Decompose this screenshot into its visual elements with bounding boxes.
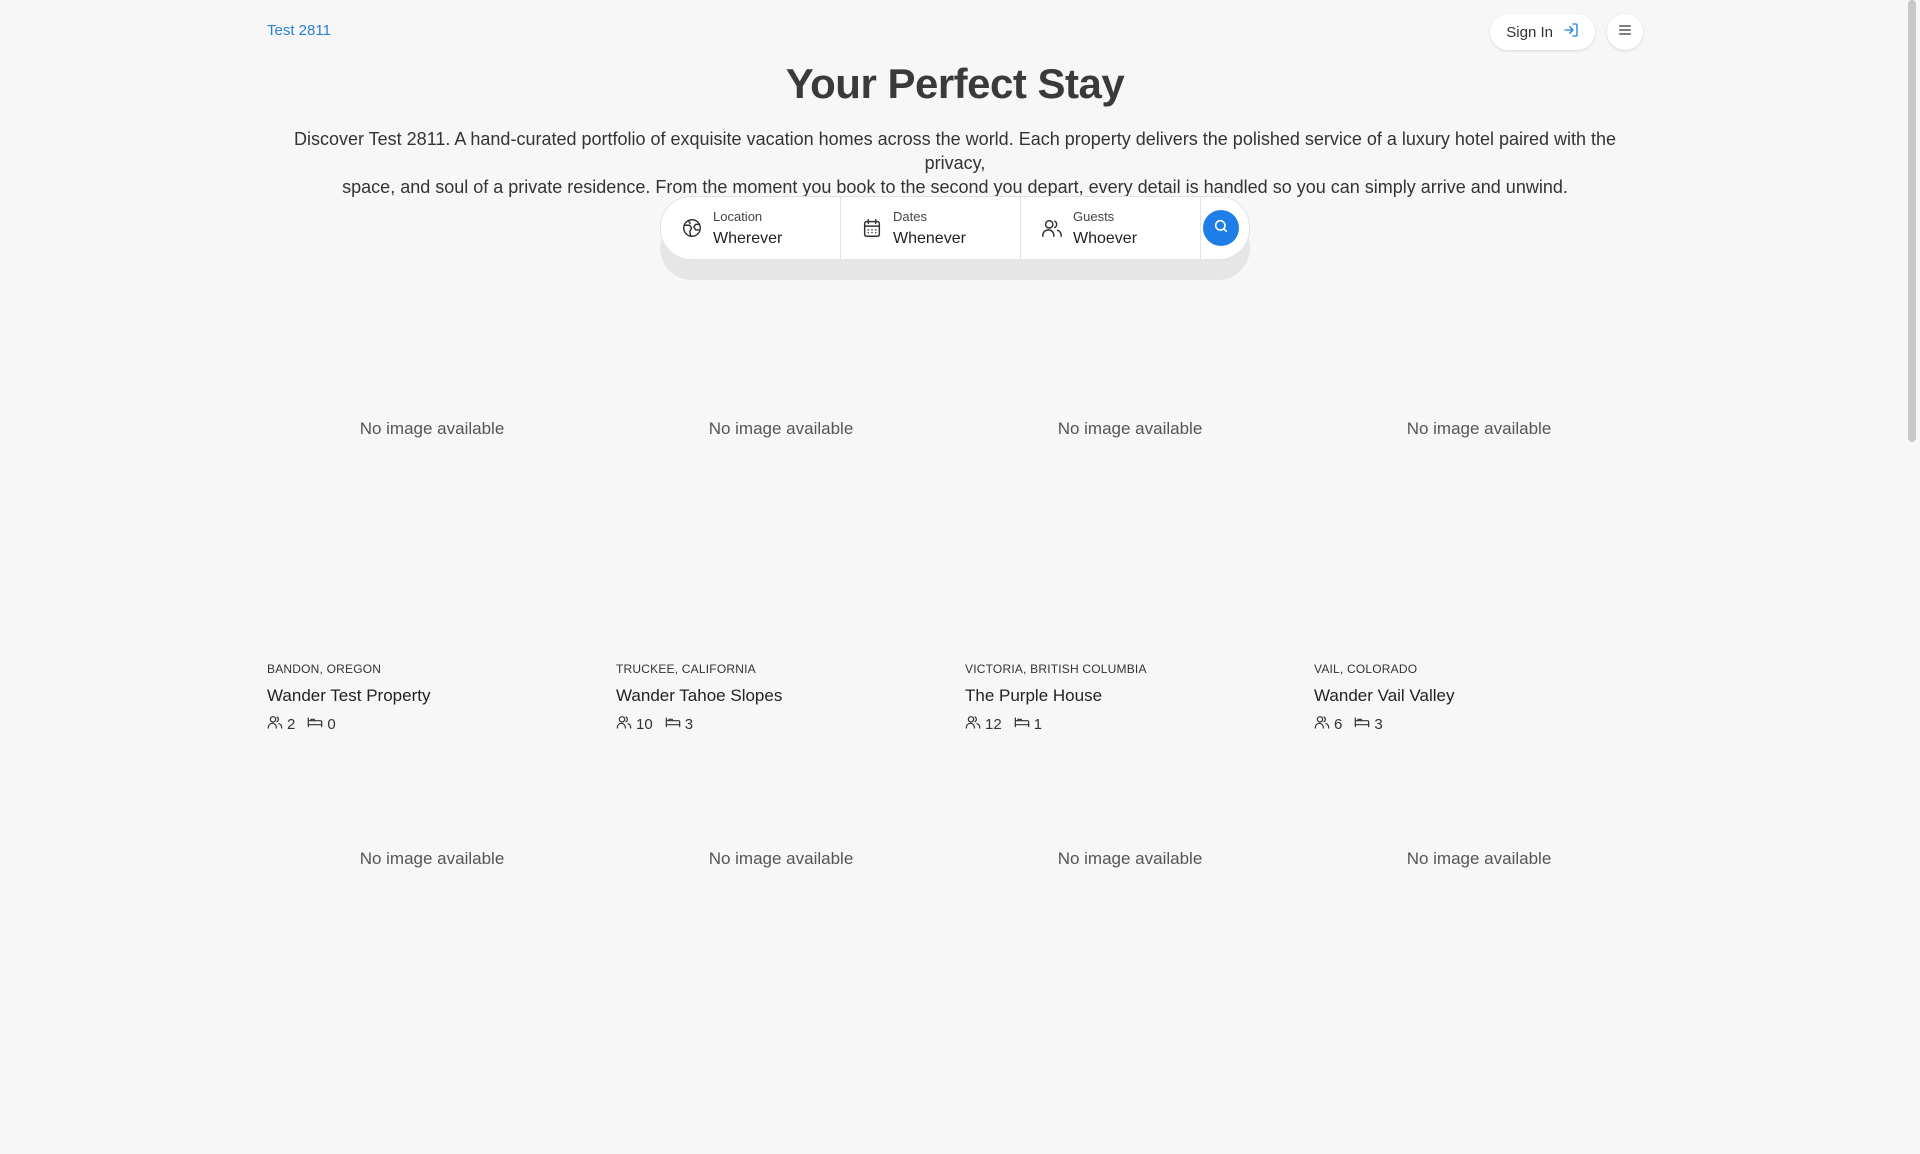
scrollbar-thumb[interactable] (1908, 0, 1916, 442)
property-image-placeholder: No image available (1406, 849, 1552, 868)
sign-in-icon (1563, 22, 1579, 42)
dates-label: Dates (893, 208, 927, 224)
guests-label: Guests (1073, 208, 1115, 224)
users-icon (1041, 217, 1063, 239)
location-label: Location (713, 208, 763, 224)
property-card[interactable]: No image available (965, 724, 1295, 1154)
property-location: BANDON, OREGON (267, 662, 382, 676)
calendar-icon (861, 217, 883, 239)
property-location: VAIL, COLORADO (1314, 662, 1418, 676)
property-card[interactable]: No image available (267, 724, 597, 1154)
property-card[interactable]: No image available BANDON, OREGON Wander… (267, 294, 597, 733)
property-name: The Purple House (965, 686, 1103, 705)
property-image-placeholder: No image available (708, 419, 854, 438)
property-image-placeholder: No image available (708, 849, 854, 868)
property-grid: No image available BANDON, OREGON Wander… (267, 294, 1643, 1154)
property-card[interactable]: No image available VAIL, COLORADO Wander… (1314, 294, 1644, 733)
top-header: Test 2811 Sign In (267, 0, 1643, 64)
intro-text: Discover Test 2811. A hand-curated portf… (267, 127, 1643, 199)
dates-field[interactable]: Dates Whenever (841, 197, 1021, 259)
property-image-placeholder: No image available (1406, 419, 1552, 438)
property-location: TRUCKEE, CALIFORNIA (616, 662, 756, 676)
search-bar: Location Wherever Dates Whenever Guests … (660, 196, 1250, 280)
property-image-placeholder: No image available (1057, 849, 1203, 868)
property-card[interactable]: No image available (616, 724, 946, 1154)
sign-in-label: Sign In (1506, 23, 1553, 41)
scrollbar[interactable] (1904, 0, 1920, 1080)
property-location: VICTORIA, BRITISH COLUMBIA (965, 662, 1147, 676)
property-image-placeholder: No image available (359, 419, 505, 438)
property-name: Wander Vail Valley (1314, 686, 1455, 705)
page-title: Your Perfect Stay (785, 60, 1125, 107)
guests-field[interactable]: Guests Whoever (1021, 197, 1201, 259)
property-name: Wander Tahoe Slopes (616, 686, 783, 705)
location-field[interactable]: Location Wherever (661, 197, 841, 259)
dates-value: Whenever (893, 229, 966, 247)
hamburger-icon (1617, 22, 1633, 43)
sign-in-button[interactable]: Sign In (1490, 14, 1595, 50)
property-card[interactable]: No image available TRUCKEE, CALIFORNIA W… (616, 294, 946, 733)
page-container: Test 2811 Sign In Your Perfect Stay Disc… (267, 0, 1643, 868)
property-card[interactable]: No image available VICTORIA, BRITISH COL… (965, 294, 1295, 733)
brand-link[interactable]: Test 2811 (267, 22, 331, 39)
search-icon (1213, 218, 1229, 239)
globe-icon (681, 217, 703, 239)
property-image-placeholder: No image available (1057, 419, 1203, 438)
property-name: Wander Test Property (267, 686, 431, 705)
search-button[interactable] (1203, 210, 1239, 246)
property-image-placeholder: No image available (359, 849, 505, 868)
intro-line-1: Discover Test 2811. A hand-curated portf… (293, 129, 1617, 173)
property-card[interactable]: No image available (1314, 724, 1644, 1154)
location-value: Wherever (713, 229, 783, 247)
menu-button[interactable] (1607, 14, 1643, 50)
guests-value: Whoever (1073, 229, 1138, 247)
